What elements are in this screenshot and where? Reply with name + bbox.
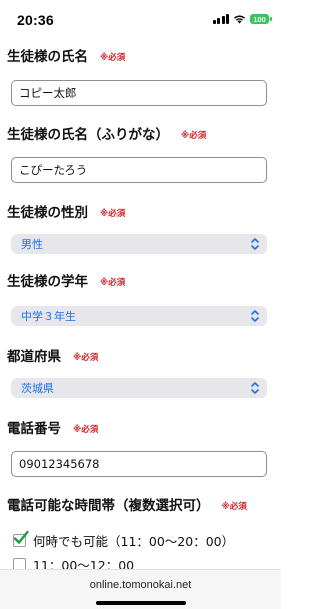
prefecture-select-value: 茨城県 [21, 382, 54, 395]
required-mark: ※必須 [100, 278, 126, 288]
grade-label-row: 生徒様の学年 ※必須 [7, 270, 125, 290]
grade-label: 生徒様の学年 [7, 274, 88, 290]
contact-time-option-label: 何時でも可能（11：00〜20：00） [33, 534, 235, 549]
chevron-up-down-icon [251, 238, 259, 250]
battery-icon: 100 [250, 14, 272, 24]
prefecture-select[interactable]: 茨城県 [11, 378, 267, 398]
status-bar: 20:36 100 [0, 0, 281, 40]
phone-input[interactable]: 09012345678 [11, 451, 267, 477]
required-mark: ※必須 [181, 131, 207, 141]
home-indicator[interactable] [96, 601, 186, 605]
grade-select[interactable]: 中学３年生 [11, 306, 267, 326]
address-bar-url[interactable]: online.tomonokai.net [0, 579, 281, 591]
gender-select-value: 男性 [21, 238, 43, 251]
required-mark: ※必須 [221, 502, 247, 512]
cellular-signal-icon [212, 14, 229, 24]
contact-time-label-row: 電話可能な時間帯（複数選択可） ※必須 [7, 494, 247, 514]
name-input[interactable]: コピー太郎 [11, 80, 267, 106]
checkmark-icon [13, 530, 29, 544]
gender-select[interactable]: 男性 [11, 234, 267, 254]
grade-select-value: 中学３年生 [21, 310, 76, 323]
required-mark: ※必須 [73, 425, 99, 435]
gender-label: 生徒様の性別 [7, 205, 88, 221]
chevron-up-down-icon [251, 382, 259, 394]
name-label-row: 生徒様の氏名 ※必須 [7, 45, 125, 65]
name-kana-input[interactable]: こぴーたろう [11, 157, 267, 183]
contact-time-option[interactable]: 何時でも可能（11：00〜20：00） [13, 530, 235, 550]
name-kana-label-row: 生徒様の氏名（ふりがな） ※必須 [7, 123, 206, 143]
name-kana-label: 生徒様の氏名（ふりがな） [7, 127, 169, 143]
chevron-up-down-icon [251, 310, 259, 322]
required-mark: ※必須 [73, 353, 99, 363]
gender-label-row: 生徒様の性別 ※必須 [7, 201, 125, 221]
wifi-icon [234, 15, 245, 24]
status-icons: 100 [212, 14, 272, 24]
required-mark: ※必須 [100, 209, 126, 219]
required-mark: ※必須 [100, 53, 126, 63]
phone-label-row: 電話番号 ※必須 [7, 417, 98, 437]
name-label: 生徒様の氏名 [7, 49, 88, 65]
checkbox[interactable] [13, 530, 29, 547]
status-time: 20:36 [17, 12, 54, 28]
prefecture-label: 都道府県 [7, 349, 61, 365]
prefecture-label-row: 都道府県 ※必須 [7, 345, 98, 365]
contact-time-label: 電話可能な時間帯（複数選択可） [7, 498, 210, 514]
browser-bottom-bar: online.tomonokai.net [0, 569, 281, 609]
phone-label: 電話番号 [7, 421, 61, 437]
